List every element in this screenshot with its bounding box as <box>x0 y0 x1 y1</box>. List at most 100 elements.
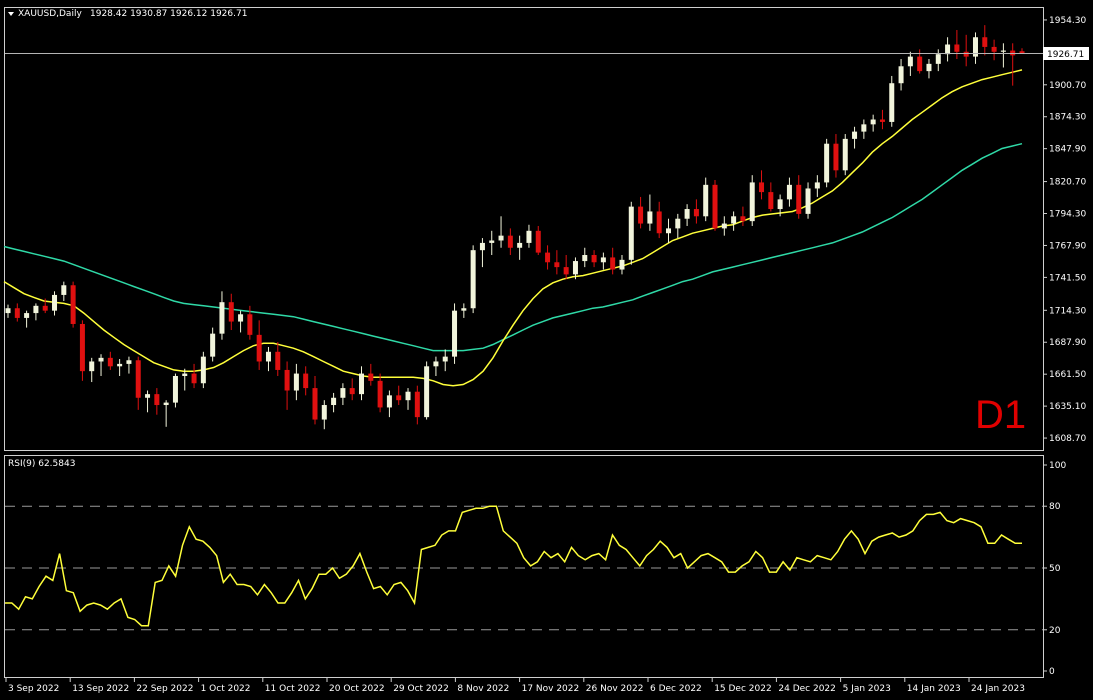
candle-body <box>1010 50 1016 56</box>
time-tick-label: 8 Nov 2022 <box>457 684 509 694</box>
time-tick-label: 26 Nov 2022 <box>586 684 644 694</box>
candle-body <box>98 357 104 362</box>
candle-body <box>172 375 178 403</box>
candle-body <box>331 397 337 406</box>
price-tick-label: 1687.90 <box>1049 338 1086 348</box>
candle-body <box>479 242 485 251</box>
candle-body <box>935 54 941 64</box>
candle-body <box>256 334 262 362</box>
candle <box>70 281 76 328</box>
candle <box>628 201 634 265</box>
candle-body <box>712 184 718 229</box>
price-tick-label: 1661.50 <box>1049 370 1086 380</box>
price-tick-label: 1767.90 <box>1049 241 1086 251</box>
candle-body <box>293 373 299 391</box>
candle-body <box>452 310 458 357</box>
rsi-label: RSI(9) 62.5843 <box>8 459 75 469</box>
time-tick-label: 29 Oct 2022 <box>393 684 449 694</box>
candle-body <box>312 388 318 420</box>
candle-body <box>405 391 411 401</box>
price-tick-label: 1741.50 <box>1049 273 1086 283</box>
time-tick-label: 5 Jan 2023 <box>843 684 891 694</box>
time-tick-label: 1 Oct 2022 <box>201 684 251 694</box>
timeframe-label: D1 <box>975 393 1026 437</box>
candle-body <box>982 37 988 47</box>
current-price-label: 1926.71 <box>1047 50 1084 60</box>
candle-body <box>265 351 271 362</box>
candle-body <box>461 308 467 311</box>
candle-body <box>5 308 11 314</box>
price-tick-label: 1714.30 <box>1049 306 1086 316</box>
candle-body <box>517 242 523 248</box>
price-tick-label: 1954.30 <box>1049 16 1086 26</box>
candle-body <box>163 402 169 406</box>
candle-body <box>638 206 644 224</box>
candle-body <box>321 405 327 420</box>
candle-body <box>145 394 151 398</box>
time-tick-label: 15 Dec 2022 <box>714 684 772 694</box>
candle-body <box>824 143 830 183</box>
candle-body <box>600 257 606 263</box>
candle-body <box>768 192 774 210</box>
candle-body <box>442 356 448 362</box>
time-tick-label: 14 Jan 2023 <box>907 684 961 694</box>
candle-body <box>703 184 709 217</box>
candle-body <box>107 357 113 367</box>
candle-body <box>433 361 439 367</box>
candle-body <box>805 188 811 214</box>
candle-body <box>749 182 755 222</box>
candle-body <box>786 184 792 200</box>
candle-body <box>396 395 402 401</box>
candle-body <box>582 255 588 262</box>
trading-chart[interactable]: 1954.301927.501900.701874.301847.901820.… <box>0 0 1093 700</box>
candle <box>452 303 458 364</box>
price-tick-label: 1874.30 <box>1049 113 1086 123</box>
candle-body <box>489 240 495 243</box>
candle-body <box>42 305 48 311</box>
candle-body <box>879 119 885 122</box>
candle-body <box>359 373 365 395</box>
ohlc-header: 1928.42 1930.87 1926.12 1926.71 <box>90 9 247 19</box>
candle <box>824 138 830 188</box>
time-tick-label: 13 Sep 2022 <box>72 684 129 694</box>
price-tick-label: 1794.30 <box>1049 210 1086 220</box>
candle-body <box>945 44 951 55</box>
chart-background <box>0 0 1093 700</box>
candle-body <box>628 206 634 260</box>
candle-body <box>721 223 727 229</box>
price-tick-label: 1900.70 <box>1049 81 1086 91</box>
candle-body <box>759 182 765 193</box>
candle-body <box>889 83 895 122</box>
candle-body <box>693 209 699 217</box>
price-tick-label: 1820.70 <box>1049 178 1086 188</box>
candle-body <box>191 373 197 384</box>
candle-body <box>907 56 913 67</box>
price-tick-label: 1608.70 <box>1049 434 1086 444</box>
candle-body <box>154 394 160 406</box>
candle <box>842 134 848 176</box>
candle <box>424 361 430 420</box>
candle-body <box>14 308 20 318</box>
candle <box>712 180 718 231</box>
candle-body <box>675 218 681 229</box>
candle-body <box>70 285 76 324</box>
candle-body <box>61 285 67 295</box>
candle-body <box>247 314 253 335</box>
candle-body <box>870 119 876 125</box>
time-tick-label: 24 Dec 2022 <box>778 684 836 694</box>
candle-body <box>33 305 39 314</box>
rsi-tick-label: 80 <box>1049 502 1061 512</box>
candle-body <box>610 257 616 270</box>
candle-body <box>368 373 374 381</box>
rsi-tick-label: 20 <box>1049 626 1061 636</box>
time-tick-label: 24 Jan 2023 <box>971 684 1025 694</box>
candle <box>889 75 895 127</box>
candle <box>172 373 178 408</box>
candle-body <box>545 252 551 263</box>
candle-body <box>424 366 430 418</box>
candle <box>470 245 476 314</box>
chart-title: XAUUSD,Daily <box>18 9 82 19</box>
candle-body <box>777 199 783 210</box>
candle-body <box>79 323 85 372</box>
candle-body <box>349 388 355 395</box>
